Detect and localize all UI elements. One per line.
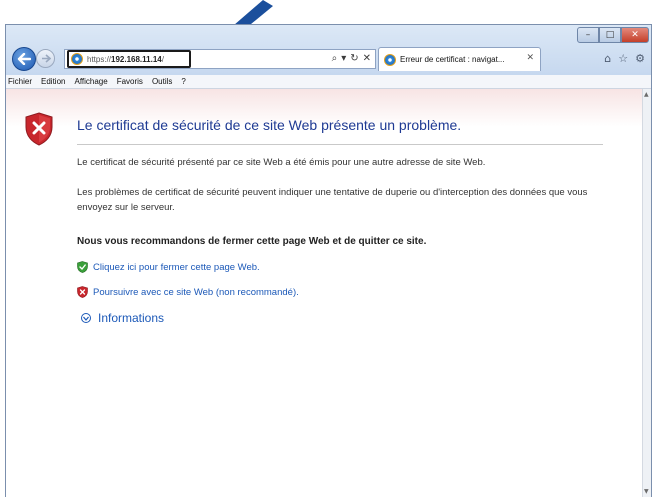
cert-risk-paragraph: Les problèmes de certificat de sécurité … <box>77 187 588 213</box>
home-icon[interactable]: ⌂ <box>604 52 611 65</box>
url-highlight-box[interactable]: https://192.168.11.14/ <box>67 50 191 68</box>
cert-issue-paragraph: Le certificat de sécurité présenté par c… <box>77 157 486 168</box>
url-suffix: / <box>161 54 164 64</box>
scroll-up-icon[interactable]: ▲ <box>644 91 649 98</box>
page-content: Le certificat de sécurité de ce site Web… <box>6 89 644 497</box>
page-title: Le certificat de sécurité de ce site Web… <box>77 117 462 133</box>
close-page-link[interactable]: Cliquez ici pour fermer cette page Web. <box>93 262 260 273</box>
back-button[interactable] <box>12 47 36 71</box>
forward-button[interactable] <box>36 49 55 68</box>
window-controls: – □ ✕ <box>577 27 649 43</box>
tab-close-icon[interactable]: ✕ <box>526 53 534 63</box>
info-link[interactable]: Informations <box>98 311 164 325</box>
search-icon[interactable]: ⌕ <box>332 53 338 64</box>
continue-link-row[interactable]: Poursuivre avec ce site Web (non recomma… <box>77 286 299 298</box>
url-host: 192.168.11.14 <box>111 54 162 64</box>
back-arrow-icon <box>17 53 31 65</box>
tab-ie-icon <box>384 53 396 66</box>
browser-window: https://192.168.11.14/ ⌕ ▾ ↻ ✕ Erreur de… <box>5 24 652 497</box>
tab-certificate-error[interactable]: Erreur de certificat : navigat... ✕ <box>378 47 541 71</box>
menu-outils[interactable]: Outils <box>152 77 172 86</box>
refresh-icon[interactable]: ↻ <box>350 53 358 64</box>
menu-favoris[interactable]: Favoris <box>117 77 143 86</box>
address-tools: ⌕ ▾ ↻ ✕ <box>332 53 371 64</box>
recommendation-text: Nous vous recommandons de fermer cette p… <box>77 236 427 247</box>
title-divider <box>77 144 603 145</box>
close-page-link-row[interactable]: Cliquez ici pour fermer cette page Web. <box>77 261 260 273</box>
dropdown-icon[interactable]: ▾ <box>341 53 346 64</box>
menu-edition[interactable]: Edition <box>41 77 65 86</box>
info-expander[interactable]: Informations <box>81 311 164 325</box>
menu-bar: Fichier Edition Affichage Favoris Outils… <box>6 75 651 89</box>
security-warning-shield-icon <box>25 112 53 146</box>
stop-icon[interactable]: ✕ <box>363 53 371 64</box>
favorites-star-icon[interactable]: ☆ <box>618 52 628 65</box>
scroll-down-icon[interactable]: ▼ <box>644 488 649 495</box>
ie-site-icon <box>71 53 83 65</box>
settings-gear-icon[interactable]: ⚙ <box>635 52 645 65</box>
forward-arrow-icon <box>41 54 51 63</box>
toolbar-right: ⌂ ☆ ⚙ <box>604 52 645 65</box>
continue-to-site-link[interactable]: Poursuivre avec ce site Web (non recomma… <box>93 287 299 298</box>
title-bar: https://192.168.11.14/ ⌕ ▾ ↻ ✕ Erreur de… <box>6 25 651 75</box>
url-field[interactable]: https://192.168.11.14/ <box>87 55 164 64</box>
minimize-button[interactable]: – <box>577 27 599 43</box>
tab-title: Erreur de certificat : navigat... <box>400 55 505 64</box>
red-shield-icon <box>77 286 88 298</box>
expand-chevron-icon <box>81 313 91 323</box>
menu-fichier[interactable]: Fichier <box>8 77 32 86</box>
menu-affichage[interactable]: Affichage <box>74 77 107 86</box>
address-bar[interactable]: https://192.168.11.14/ ⌕ ▾ ↻ ✕ <box>64 49 376 69</box>
vertical-scrollbar[interactable]: ▲ ▼ <box>642 89 651 497</box>
maximize-button[interactable]: □ <box>599 27 621 43</box>
close-window-button[interactable]: ✕ <box>621 27 649 43</box>
green-shield-icon <box>77 261 88 273</box>
menu-help[interactable]: ? <box>181 77 185 86</box>
url-prefix: https:// <box>87 54 112 64</box>
